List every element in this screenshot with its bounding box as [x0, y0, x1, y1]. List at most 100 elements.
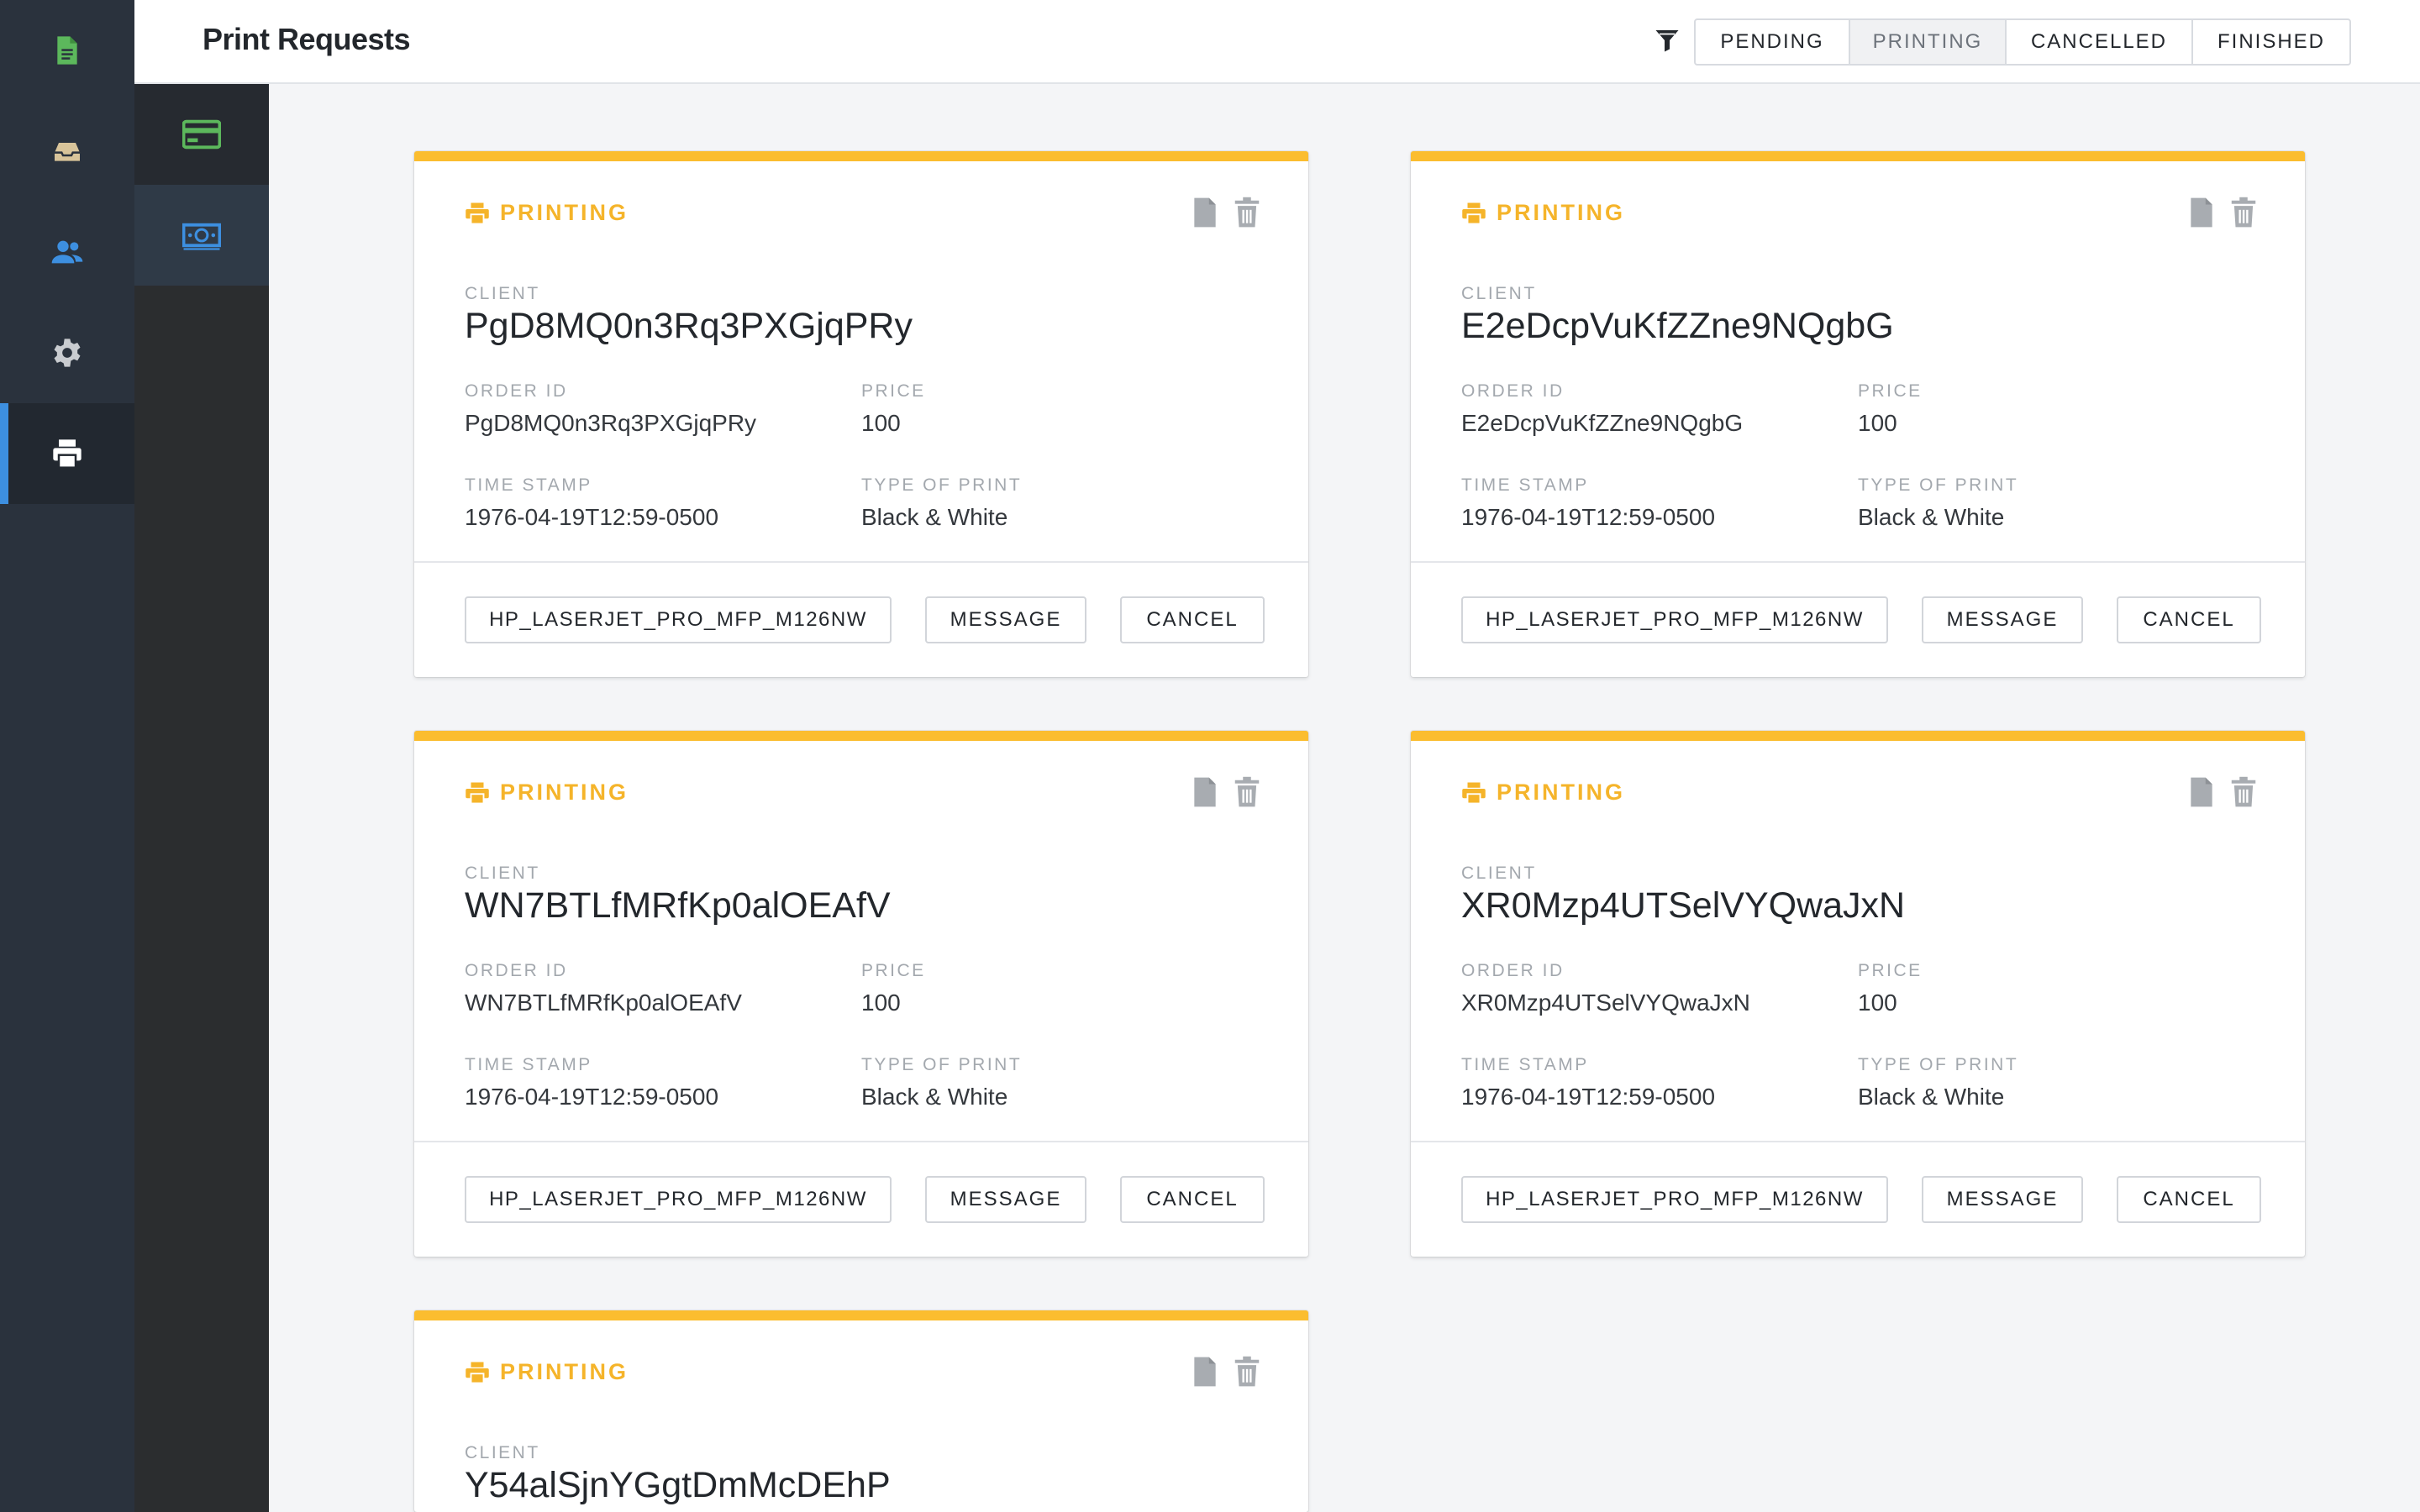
tab-cancelled[interactable]: CANCELLED [2007, 20, 2193, 64]
status-text: PRINTING [500, 780, 629, 805]
print-request-card: PRINTING CLIENT [1411, 731, 2305, 1257]
card-body: PRINTING CLIENT [414, 161, 1308, 563]
nav-item-users[interactable] [0, 202, 134, 302]
trash-icon[interactable] [1233, 776, 1261, 808]
cancel-button[interactable]: CANCEL [2117, 596, 2261, 643]
card-footer: HP_LASERJET_PRO_MFP_M126NW MESSAGE CANCE… [414, 563, 1308, 677]
time-stamp-value: 1976-04-19T12:59-0500 [465, 1084, 719, 1110]
order-id-label: ORDER ID [465, 961, 568, 980]
page-title: Print Requests [203, 22, 411, 56]
trash-icon[interactable] [2229, 197, 2258, 228]
type-of-print-value: Black & White [861, 1084, 1008, 1110]
message-button[interactable]: MESSAGE [1922, 596, 2083, 643]
message-button[interactable]: MESSAGE [925, 1176, 1086, 1223]
printer-select-button[interactable]: HP_LASERJET_PRO_MFP_M126NW [465, 1176, 892, 1223]
document-icon [57, 36, 77, 65]
time-stamp-value: 1976-04-19T12:59-0500 [1461, 1084, 1716, 1110]
copy-icon[interactable] [1191, 1356, 1219, 1388]
client-name: Y54alSjnYGgtDmMcDEhP [465, 1465, 891, 1505]
printer-icon [1462, 782, 1486, 804]
copy-icon[interactable] [2187, 776, 2216, 808]
card-actions [2174, 776, 2258, 808]
cancel-button[interactable]: CANCEL [2117, 1176, 2261, 1223]
type-of-print-label: TYPE OF PRINT [861, 1055, 1023, 1074]
subnav-item-money[interactable] [134, 185, 269, 286]
money-icon [182, 223, 221, 250]
order-id-value: E2eDcpVuKfZZne9NQgbG [1461, 410, 1744, 436]
status-label: PRINTING [1461, 780, 1625, 806]
type-of-print-value: Black & White [861, 504, 1008, 530]
print-request-card: PRINTING CLIENT [414, 731, 1308, 1257]
price-label: PRICE [861, 961, 926, 980]
printer-icon [1462, 202, 1486, 224]
message-button[interactable]: MESSAGE [1922, 1176, 2083, 1223]
status-text: PRINTING [1497, 200, 1626, 225]
tab-pending[interactable]: PENDING [1696, 20, 1850, 64]
price-label: PRICE [861, 381, 926, 401]
status-text: PRINTING [500, 200, 629, 225]
subnav-item-payments[interactable] [134, 84, 269, 185]
card-footer: HP_LASERJET_PRO_MFP_M126NW MESSAGE CANCE… [414, 1142, 1308, 1257]
users-icon [51, 240, 83, 264]
price-value: 100 [1858, 410, 1897, 436]
app-root: Print Requests PENDING PRINTING CANCELLE… [0, 0, 2420, 1512]
secondary-sidebar [134, 84, 269, 1512]
time-stamp-value: 1976-04-19T12:59-0500 [1461, 504, 1716, 530]
cancel-button[interactable]: CANCEL [1120, 1176, 1265, 1223]
filter-icon[interactable] [1652, 25, 1682, 55]
status-label: PRINTING [465, 200, 629, 226]
tab-finished[interactable]: FINISHED [2193, 20, 2349, 64]
time-stamp-label: TIME STAMP [465, 1055, 592, 1074]
client-label: CLIENT [465, 864, 540, 883]
printer-icon [466, 782, 489, 804]
tab-printing[interactable]: PRINTING [1850, 20, 2007, 64]
order-id-label: ORDER ID [1461, 961, 1565, 980]
card-actions [1177, 197, 1261, 228]
card-footer: HP_LASERJET_PRO_MFP_M126NW MESSAGE CANCE… [1411, 1142, 2305, 1257]
client-name: PgD8MQ0n3Rq3PXGjqPRy [465, 306, 913, 346]
cancel-button[interactable]: CANCEL [1120, 596, 1265, 643]
nav-item-documents[interactable] [0, 0, 134, 101]
print-request-card: PRINTING CLIENT [414, 151, 1308, 677]
nav-item-settings[interactable] [0, 302, 134, 403]
copy-icon[interactable] [2187, 197, 2216, 228]
status-filter-tabs: PENDING PRINTING CANCELLED FINISHED [1694, 18, 2351, 66]
order-id-value: PgD8MQ0n3Rq3PXGjqPRy [465, 410, 757, 436]
type-of-print-label: TYPE OF PRINT [1858, 1055, 2019, 1074]
type-of-print-label: TYPE OF PRINT [861, 475, 1023, 495]
printer-select-button[interactable]: HP_LASERJET_PRO_MFP_M126NW [1461, 1176, 1888, 1223]
card-footer: HP_LASERJET_PRO_MFP_M126NW MESSAGE CANCE… [1411, 563, 2305, 677]
price-value: 100 [861, 410, 901, 436]
printer-icon [466, 202, 489, 224]
client-name: WN7BTLfMRfKp0alOEAfV [465, 885, 891, 926]
printer-select-button[interactable]: HP_LASERJET_PRO_MFP_M126NW [1461, 596, 1888, 643]
price-label: PRICE [1858, 961, 1923, 980]
client-name: E2eDcpVuKfZZne9NQgbG [1461, 306, 1894, 346]
nav-item-inbox[interactable] [0, 101, 134, 202]
printer-icon [53, 439, 82, 469]
status-label: PRINTING [1461, 200, 1625, 226]
status-text: PRINTING [1497, 780, 1626, 805]
trash-icon[interactable] [2229, 776, 2258, 808]
price-value: 100 [861, 990, 901, 1016]
gear-icon [54, 339, 81, 367]
client-label: CLIENT [1461, 284, 1537, 303]
card-body: PRINTING CLIENT [414, 741, 1308, 1142]
client-label: CLIENT [465, 1443, 540, 1462]
type-of-print-value: Black & White [1858, 1084, 2005, 1110]
nav-item-print[interactable] [0, 403, 134, 504]
trash-icon[interactable] [1233, 1356, 1261, 1388]
card-actions [1177, 776, 1261, 808]
printer-icon [466, 1362, 489, 1383]
order-id-label: ORDER ID [1461, 381, 1565, 401]
order-id-label: ORDER ID [465, 381, 568, 401]
page-header: Print Requests PENDING PRINTING CANCELLE… [134, 0, 2420, 84]
time-stamp-label: TIME STAMP [1461, 1055, 1589, 1074]
message-button[interactable]: MESSAGE [925, 596, 1086, 643]
copy-icon[interactable] [1191, 197, 1219, 228]
inbox-icon [55, 143, 80, 161]
printer-select-button[interactable]: HP_LASERJET_PRO_MFP_M126NW [465, 596, 892, 643]
price-label: PRICE [1858, 381, 1923, 401]
copy-icon[interactable] [1191, 776, 1219, 808]
trash-icon[interactable] [1233, 197, 1261, 228]
